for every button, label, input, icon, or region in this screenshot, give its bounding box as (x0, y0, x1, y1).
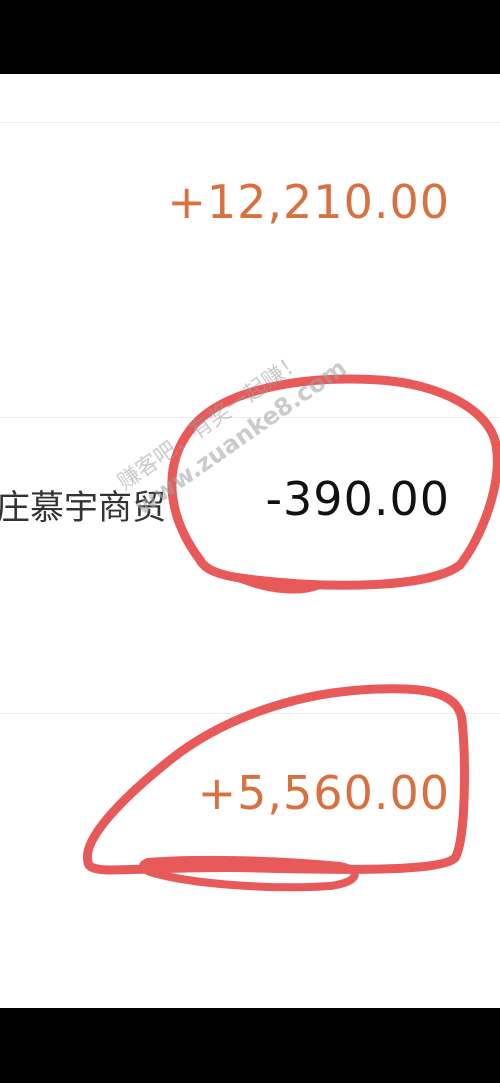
navigation-bar (0, 1008, 500, 1083)
status-bar (0, 0, 500, 74)
transaction-amount: -390.00 (265, 472, 450, 526)
transaction-row[interactable]: +5,560.00 (0, 714, 500, 1008)
transaction-amount: +12,210.00 (167, 175, 450, 229)
transaction-row[interactable]: +12,210.00 (0, 123, 500, 417)
transaction-row[interactable]: 庄慕宇商贸 -390.00 (0, 418, 500, 713)
merchant-name: 庄慕宇商贸 (0, 488, 166, 528)
transaction-amount: +5,560.00 (197, 766, 450, 820)
